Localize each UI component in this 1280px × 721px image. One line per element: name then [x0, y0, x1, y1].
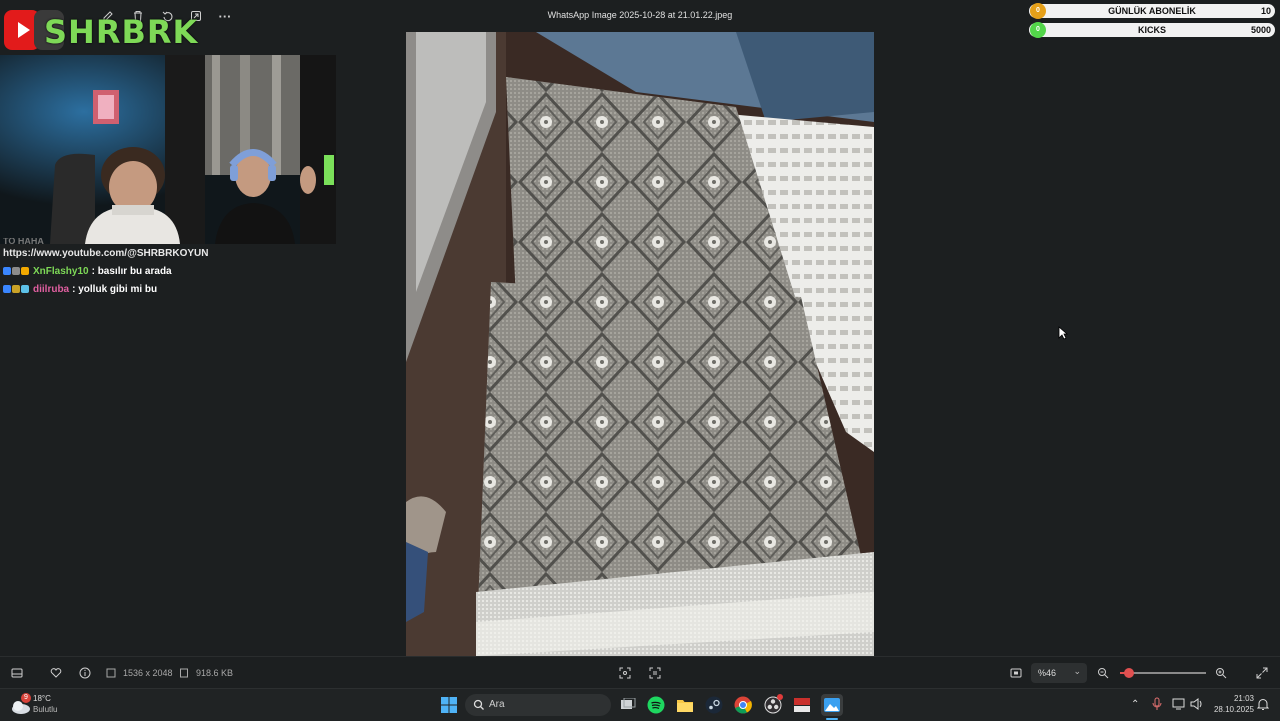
chat-link: https://www.youtube.com/@SHRBRKOYUN — [3, 247, 209, 259]
chat-message-text: : yolluk gibi mi bu — [72, 283, 158, 295]
chat-badge-icon — [3, 285, 11, 293]
goal-label: KICKS — [1137, 25, 1166, 35]
file-explorer-icon[interactable] — [674, 694, 696, 716]
webcam-feed — [0, 55, 336, 244]
photo-image — [406, 32, 874, 656]
chat-badge-icon — [12, 267, 20, 275]
zoom-in-icon[interactable] — [1214, 666, 1228, 680]
chat-message: diilruba: yolluk gibi mi bu — [3, 280, 333, 298]
more-icon[interactable]: ··· — [217, 8, 233, 24]
weather-badge: 9 — [21, 693, 31, 703]
favorite-heart-icon[interactable] — [49, 666, 63, 680]
chevron-up-icon[interactable]: ⌃ — [1131, 699, 1139, 710]
chrome-icon[interactable] — [732, 694, 754, 716]
clock-date[interactable]: 28.10.2025 — [1208, 705, 1254, 714]
viewer-bottom-bar: 1536 x 2048 918.6 KB %46 ⌄ — [0, 656, 1280, 689]
clock-time[interactable]: 21:03 — [1208, 694, 1254, 703]
windows-start-icon[interactable] — [438, 694, 460, 716]
crop-icon[interactable] — [618, 666, 632, 680]
chat-message: XnFlashy10: basılır bu arada — [3, 262, 333, 280]
chat-username: XnFlashy10 — [33, 265, 89, 277]
fit-to-window-icon[interactable] — [1009, 666, 1023, 680]
zoom-slider-thumb[interactable] — [1123, 668, 1134, 678]
dimensions-icon — [106, 666, 116, 680]
file-size-icon — [179, 666, 189, 680]
zoom-out-icon[interactable] — [1096, 666, 1110, 680]
microphone-icon[interactable] — [1152, 697, 1162, 716]
chat-badge-icon — [12, 285, 20, 293]
goal-target: 5000 — [1250, 25, 1271, 35]
chat-badge-icon — [21, 267, 29, 275]
weather-desc: Bulutlu — [33, 705, 58, 714]
weather-widget[interactable]: 9 — [10, 693, 34, 717]
streaming-app-icon[interactable] — [791, 694, 813, 716]
info-icon[interactable] — [78, 666, 92, 680]
chevron-down-icon: ⌄ — [1073, 666, 1081, 676]
file-size: 918.6 KB — [196, 668, 234, 678]
goal-label: GÜNLÜK ABONELİK — [1108, 6, 1196, 16]
weather-temp: 18°C — [33, 694, 51, 703]
zoom-level-value: %46 — [1038, 668, 1057, 678]
zoom-slider[interactable] — [1120, 668, 1206, 678]
task-view-icon[interactable] — [617, 694, 639, 716]
logo-text: SHRBRK — [44, 13, 199, 51]
spotify-icon[interactable] — [645, 694, 667, 716]
steam-icon[interactable] — [703, 694, 725, 716]
goal-bar: 0 KICKS 5000 — [1029, 22, 1275, 38]
search-placeholder: Ara — [489, 699, 505, 710]
chat-username: diilruba — [33, 283, 70, 295]
search-icon — [473, 699, 484, 710]
fullscreen-icon[interactable] — [1255, 666, 1269, 680]
chat-message-text: : basılır bu arada — [91, 265, 172, 277]
recording-dot — [777, 694, 783, 700]
chat-message-list: XnFlashy10: basılır bu arada diilruba: yo… — [3, 262, 333, 298]
chat-badge-icon — [21, 285, 29, 293]
image-dimensions: 1536 x 2048 — [123, 668, 173, 678]
goal-target: 10 — [1260, 6, 1271, 16]
photos-app-icon[interactable] — [821, 694, 843, 716]
streamer-logo: SHRBRK — [2, 6, 212, 51]
notification-bell-icon[interactable] — [1256, 698, 1270, 716]
filmstrip-icon[interactable] — [10, 666, 24, 680]
windows-taskbar: 9 18°C Bulutlu Ara ⌃ 21:03 28.10.2025 — [0, 688, 1280, 721]
taskbar-search[interactable]: Ara — [465, 694, 611, 716]
chat-badge-icon — [3, 267, 11, 275]
visual-search-icon[interactable] — [648, 666, 662, 680]
obs-icon[interactable] — [762, 694, 784, 716]
chat-overlay: TO HAHA https://www.youtube.com/@SHRBRKO… — [3, 238, 333, 298]
volume-icon[interactable] — [1190, 697, 1204, 716]
zoom-level-dropdown[interactable]: %46 ⌄ — [1031, 663, 1087, 683]
goal-bar: 0 GÜNLÜK ABONELİK 10 — [1029, 3, 1275, 19]
mouse-cursor-icon — [1058, 326, 1069, 345]
chat-link-line: https://www.youtube.com/@SHRBRKOYUN — [3, 244, 333, 262]
network-icon[interactable] — [1172, 697, 1186, 716]
